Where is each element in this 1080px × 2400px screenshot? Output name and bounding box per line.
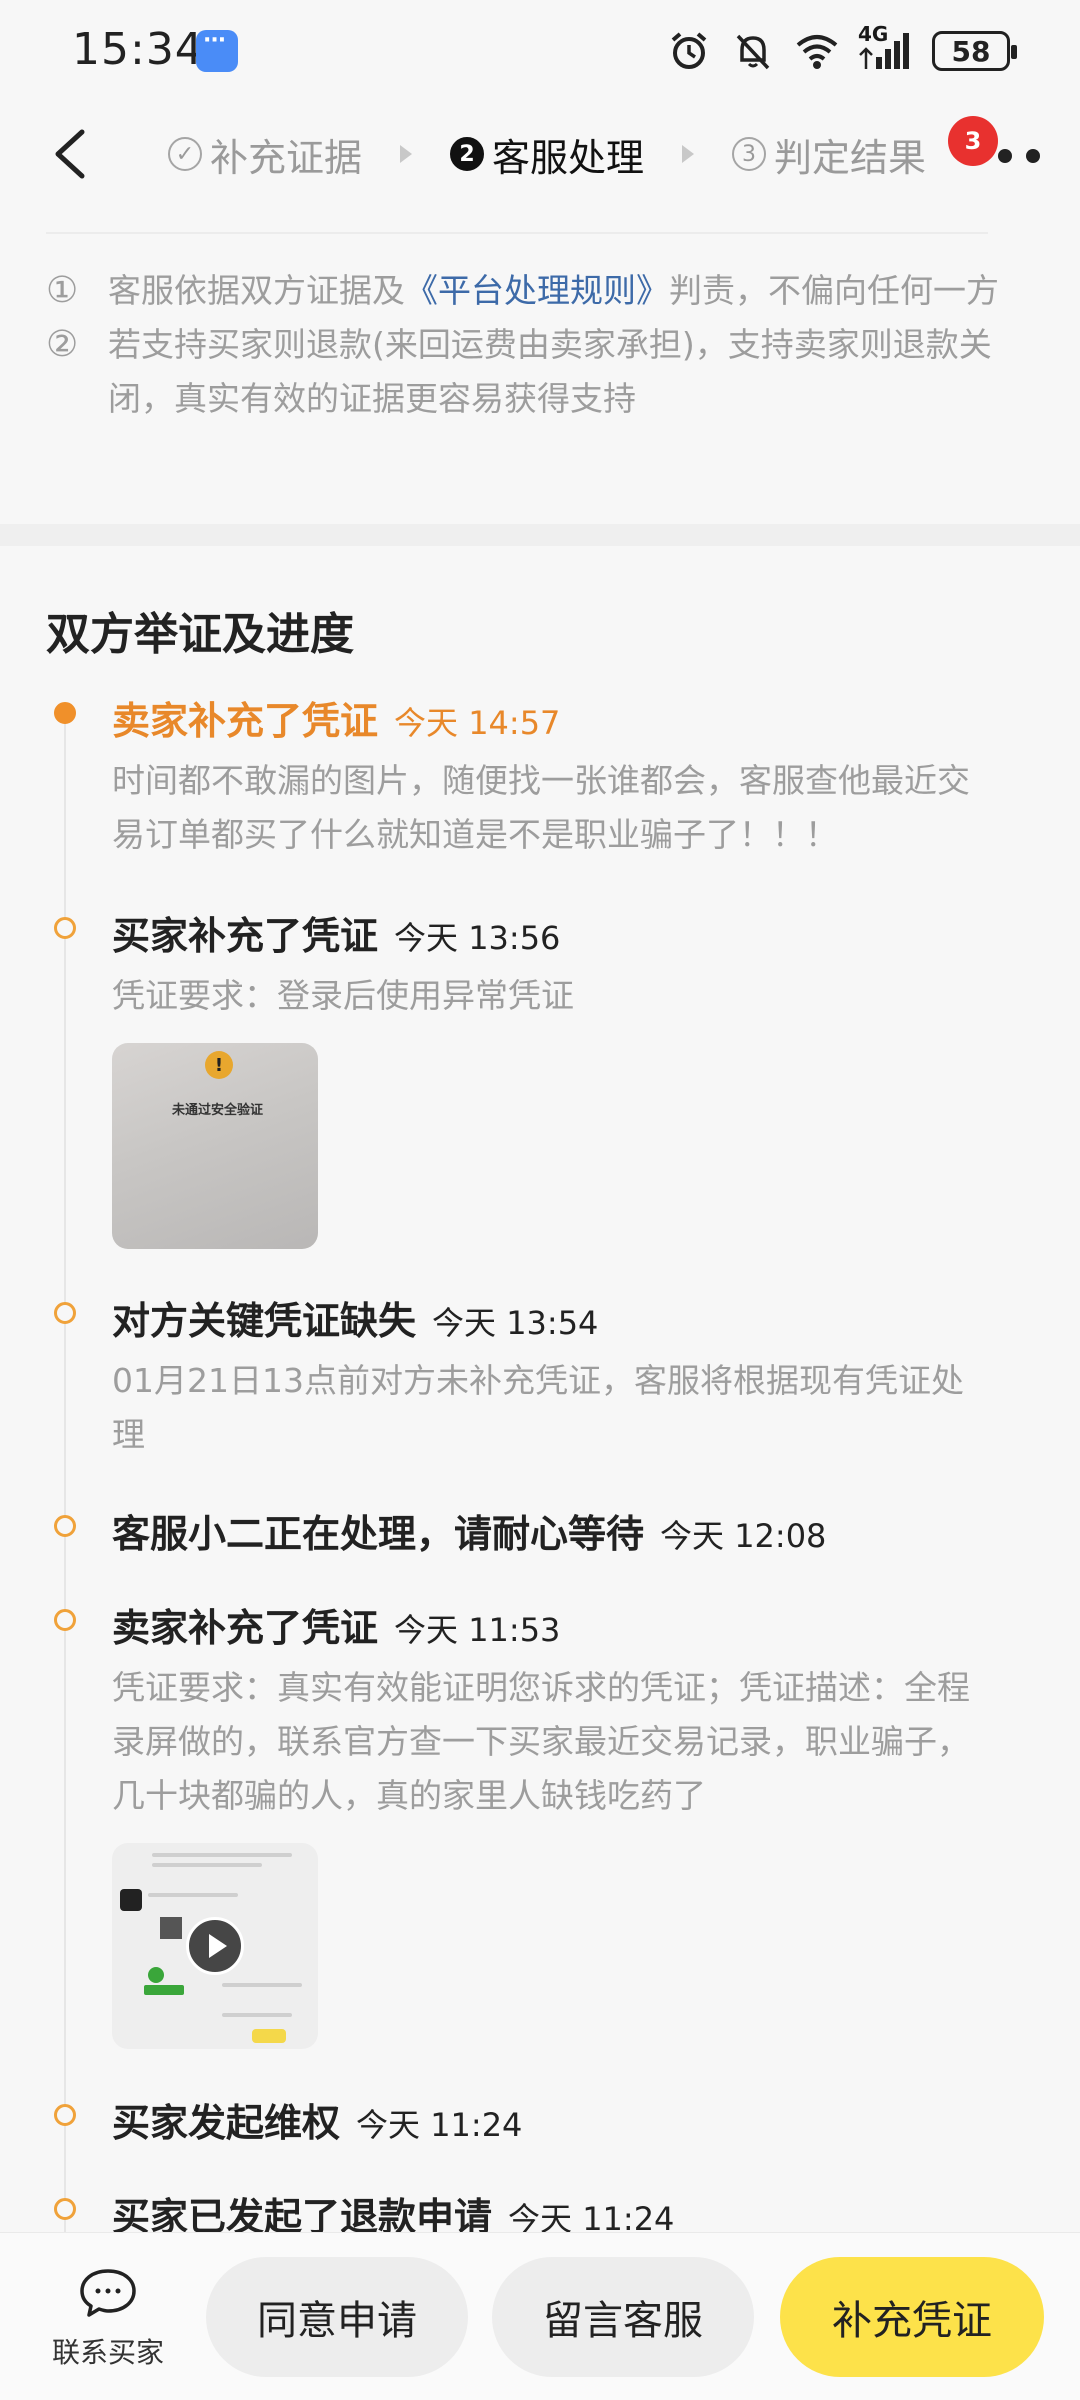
divider [46,232,988,234]
timeline-dot [54,917,76,939]
timeline-dot [54,1609,76,1631]
step-result: 3 判定结果 [732,127,926,182]
step-customer-service: 2 客服处理 [450,127,644,182]
message-service-button[interactable]: 留言客服 [492,2257,754,2377]
avatar [120,1889,142,1911]
step-label: 补充证据 [210,135,363,180]
entry-description: 凭证要求：真实有效能证明您诉求的凭证；凭证描述：全程录屏做的，联系官方查一下买家… [112,1668,970,1815]
alarm-icon [666,28,712,74]
step-supplement-evidence: ✓ 补充证据 [168,127,362,182]
status-icons: 4G 58 [666,22,1017,74]
entry-description: 01月21日13点前对方未补充凭证，客服将根据现有凭证处理 [112,1361,964,1454]
battery-level: 58 [951,34,991,68]
progress-steps: ✓ 补充证据 2 客服处理 3 判定结果 [168,124,926,184]
status-bar: 15:34 4G 58 [0,0,1080,100]
battery-indicator: 58 [932,31,1017,71]
entry-time: 今天 11:53 [394,1611,561,1649]
chat-app-icon [196,28,238,72]
entry-time: 今天 12:08 [660,1517,827,1555]
back-button[interactable] [44,124,104,184]
entry-title: 卖家补充了凭证 [112,699,379,743]
rule-item: ① 客服依据双方证据及《平台处理规则》判责，不偏向任何一方 [46,264,1036,318]
rule-text: 若支持买家则退款(来回运费由卖家承担)，支持卖家则退款关闭，真实有效的证据更容易… [108,325,992,418]
rules-notice: ① 客服依据双方证据及《平台处理规则》判责，不偏向任何一方 ② 若支持买家则退款… [46,264,1036,426]
entry-time: 今天 13:56 [394,919,561,957]
entry-title: 买家补充了凭证 [112,914,379,958]
chat-bubble-icon [80,2269,136,2317]
bottom-action-bar: 联系买家 同意申请 留言客服 补充凭证 [0,2232,1080,2400]
entry-description: 凭证要求：登录后使用异常凭证 [112,976,574,1015]
evidence-video-thumbnail[interactable] [112,1843,318,2049]
image-caption: 未通过安全验证 [172,1103,264,1118]
play-icon[interactable] [186,1917,244,1975]
chevron-left-icon [55,129,85,179]
more-dot-icon [998,149,1012,163]
mute-icon [730,28,776,74]
timeline-line [64,712,66,2232]
step-number: 3 [732,137,767,171]
section-separator [0,524,1080,546]
timeline-dot [54,1302,76,1324]
status-time: 15:34 [72,24,204,75]
success-icon [148,1967,164,1983]
notification-badge: 3 [948,116,998,166]
timeline-dot [54,2104,76,2126]
rule-number: ① [46,270,79,311]
entry-time: 今天 14:57 [394,704,561,742]
step-label: 判定结果 [774,135,927,180]
rule-text: 判责，不偏向任何一方 [669,271,999,310]
entry-description: 时间都不敢漏的图片，随便找一张谁都会，客服查他最近交易订单都买了什么就知道是不是… [112,761,970,854]
step-label: 客服处理 [492,135,645,180]
entry-title: 卖家补充了凭证 [112,1606,379,1650]
more-button[interactable]: 3 [948,116,1040,186]
qr-code-icon [160,1917,182,1939]
network-type: 4G [858,22,889,46]
entry-time: 今天 11:24 [356,2106,523,2144]
step-arrow-icon [400,145,413,163]
platform-rules-link[interactable]: 《平台处理规则》 [405,271,669,310]
wifi-icon [794,28,840,74]
timeline-dot [54,1515,76,1537]
contact-buyer-label: 联系买家 [51,2336,164,2369]
rule-text: 客服依据双方证据及 [108,271,405,310]
timeline-dot [54,2198,76,2220]
entry-title: 客服小二正在处理，请耐心等待 [112,1512,645,1556]
supplement-evidence-button[interactable]: 补充凭证 [780,2257,1044,2377]
more-dot-icon [1026,149,1040,163]
timeline-dot-active [54,702,76,724]
check-circle-icon: ✓ [168,137,202,171]
evidence-image-thumbnail[interactable]: ! 未通过安全验证 [112,1043,318,1249]
top-navigation: ✓ 补充证据 2 客服处理 3 判定结果 3 [0,100,1080,234]
rule-number: ② [46,324,79,365]
rule-item: ② 若支持买家则退款(来回运费由卖家承担)，支持卖家则退款关闭，真实有效的证据更… [46,318,1036,426]
warning-icon: ! [205,1051,233,1079]
step-arrow-icon [682,145,695,163]
entry-time: 今天 13:54 [432,1304,599,1342]
agree-request-button[interactable]: 同意申请 [206,2257,468,2377]
entry-title: 买家发起维权 [112,2101,341,2145]
section-title: 双方举证及进度 [46,609,354,660]
contact-buyer-button[interactable]: 联系买家 [46,2267,170,2371]
signal-4g-icon: 4G [858,22,914,74]
step-number: 2 [450,137,485,171]
entry-title: 对方关键凭证缺失 [112,1299,417,1343]
